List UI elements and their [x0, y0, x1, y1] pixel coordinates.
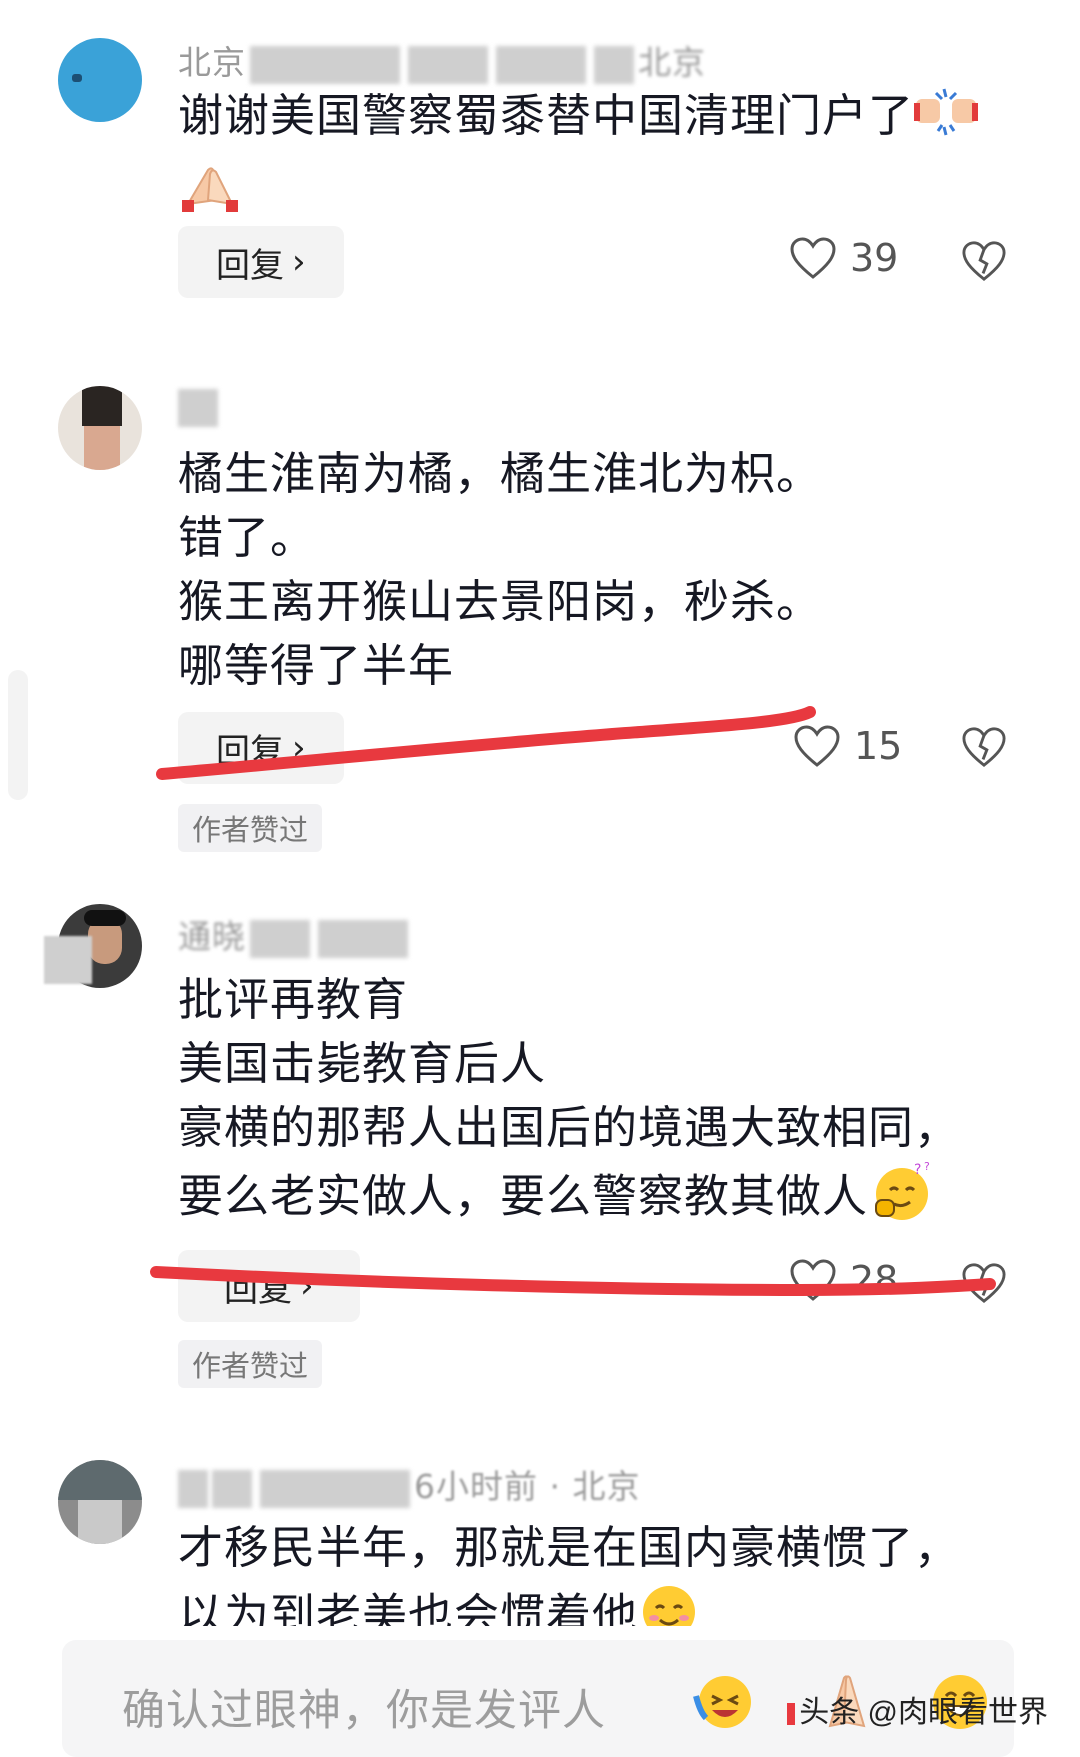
laughing-emoji-icon[interactable]	[692, 1672, 758, 1736]
like-button[interactable]: 39	[790, 236, 898, 280]
broken-heart-icon	[962, 241, 1006, 282]
dislike-button[interactable]	[962, 240, 1006, 286]
chevron-right-icon: ›	[292, 242, 306, 282]
comment-text: 才移民半年，那就是在国内豪横惯了， 以为到老美也会惯着他	[178, 1516, 1018, 1626]
scroll-indicator[interactable]	[8, 670, 28, 800]
like-count: 39	[850, 236, 899, 280]
like-button[interactable]: 28	[790, 1258, 898, 1302]
praying-hands-emoji-icon	[178, 160, 242, 233]
comment-list-page: 北京 北京 谢谢美国警察蜀黍替中国清理门户了 回复 › 39 橘生淮南为橘，橘生…	[0, 0, 1080, 1757]
broken-heart-icon	[962, 727, 1006, 768]
thinking-face-emoji-icon: ??	[868, 1160, 934, 1239]
chevron-right-icon: ›	[300, 1266, 314, 1306]
reply-button[interactable]: 回复 ›	[178, 226, 344, 298]
like-count: 28	[850, 1258, 899, 1302]
reply-button[interactable]: 回复 ›	[178, 712, 344, 784]
svg-text:?: ?	[914, 1162, 922, 1178]
heart-icon	[794, 725, 840, 767]
like-button[interactable]: 15	[794, 724, 902, 768]
author-liked-badge: 作者赞过	[178, 804, 323, 852]
comment-text: 谢谢美国警察蜀黍替中国清理门户了	[178, 84, 1018, 233]
watermark: 头条 @肉眼看世界	[787, 1687, 1048, 1731]
avatar[interactable]	[58, 1460, 142, 1544]
dislike-button[interactable]	[962, 1262, 1006, 1308]
avatar[interactable]	[58, 386, 142, 470]
comment-meta: 通晓	[178, 910, 412, 958]
comment-text: 批评再教育 美国击毙教育后人 豪横的那帮人出国后的境遇大致相同， 要么老实做人，…	[178, 968, 1018, 1239]
smiling-face-emoji-icon	[638, 1580, 700, 1626]
reply-button[interactable]: 回复 ›	[178, 1250, 360, 1322]
svg-text:?: ?	[924, 1160, 931, 1173]
comment-meta: 北京 北京	[178, 43, 706, 84]
heart-icon	[790, 1259, 836, 1301]
heart-icon	[790, 237, 836, 279]
chevron-right-icon: ›	[292, 728, 306, 768]
broken-heart-icon	[962, 1263, 1006, 1304]
comment-text: 橘生淮南为橘，橘生淮北为枳。 错了。 猴王离开猴山去景阳岗，秒杀。 哪等得了半年	[178, 447, 823, 692]
comment-meta	[178, 386, 218, 427]
author-liked-badge: 作者赞过	[178, 1340, 323, 1388]
fist-bump-emoji-icon	[914, 85, 979, 154]
dislike-button[interactable]	[962, 726, 1006, 772]
like-count: 15	[854, 724, 903, 768]
comment-meta: 6小时前 · 北京	[178, 1460, 640, 1508]
avatar[interactable]	[58, 38, 142, 122]
comment-input[interactable]: 确认过眼神，你是发评人	[122, 1676, 606, 1738]
